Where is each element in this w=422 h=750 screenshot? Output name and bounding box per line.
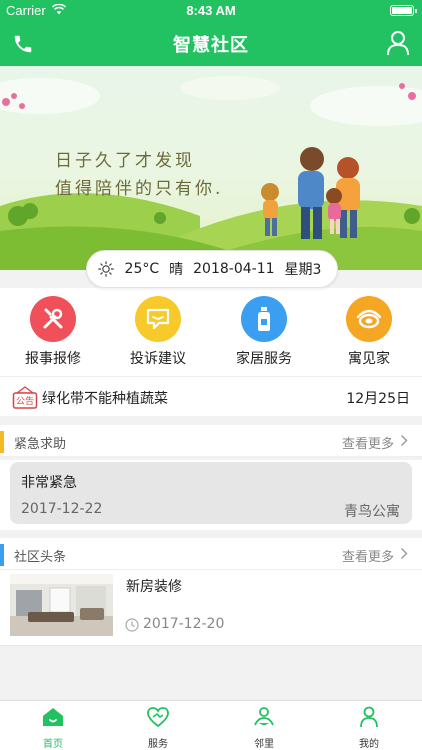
handshake-icon: [147, 707, 169, 728]
tab-label: 首页: [43, 739, 63, 750]
banner[interactable]: 日子久了才发现 值得陪伴的只有你.: [0, 66, 422, 270]
quick-action-yujianjia[interactable]: 寓见家: [329, 296, 409, 368]
bottle-icon: [241, 296, 287, 342]
tab-home[interactable]: 首页: [23, 705, 83, 750]
profile-icon: [360, 706, 378, 728]
quick-actions: 报事报修 投诉建议 家居服务 寓见家: [0, 288, 422, 376]
sun-icon: [97, 261, 114, 277]
app-root: Carrier 8:43 AM 智慧社区 日子久了才发现 值得陪伴的只有你. 报…: [0, 0, 422, 750]
notice-text: 绿化带不能种植蔬菜: [42, 391, 168, 407]
weather-date: 2018-04-11: [193, 261, 275, 277]
tab-bar: 首页 服务 邻里 我的: [0, 700, 422, 750]
quick-action-home-service[interactable]: 家居服务: [224, 296, 304, 368]
headline-item[interactable]: 新房装修 2017-12-20: [0, 570, 422, 646]
quick-action-label: 寓见家: [348, 351, 390, 367]
headlines-section-header: 社区头条 查看更多: [0, 538, 422, 570]
emergency-list: 非常紧急 2017-12-22 青鸟公寓: [0, 460, 422, 530]
clock-icon: [125, 618, 139, 632]
svg-text:公告: 公告: [16, 395, 34, 407]
logo-icon: [346, 296, 392, 342]
tab-label: 邻里: [254, 739, 274, 750]
emergency-more-link[interactable]: 查看更多: [342, 433, 394, 452]
chevron-right-icon[interactable]: [400, 434, 408, 447]
home-icon: [43, 708, 63, 726]
section-title: 社区头条: [14, 550, 67, 565]
banner-slogan-line2: 值得陪伴的只有你.: [55, 179, 224, 199]
battery-icon: [390, 5, 417, 16]
quick-action-label: 投诉建议: [130, 351, 186, 367]
banner-slogan-line1: 日子久了才发现: [55, 151, 195, 171]
tab-neighbors[interactable]: 邻里: [234, 705, 294, 750]
neighbors-icon: [254, 707, 274, 726]
chevron-right-icon[interactable]: [400, 547, 408, 560]
temperature: 25°C: [124, 261, 160, 277]
message-icon: [135, 296, 181, 342]
navbar: 智慧社区: [0, 22, 422, 66]
news-thumbnail: [10, 574, 113, 636]
headlines-more-link[interactable]: 查看更多: [342, 546, 394, 565]
tab-mine[interactable]: 我的: [339, 705, 399, 750]
tab-label: 我的: [359, 739, 379, 750]
quick-action-label: 报事报修: [25, 351, 81, 367]
emergency-date: 2017-12-22: [21, 501, 103, 517]
user-icon[interactable]: [386, 30, 410, 56]
quick-action-repair[interactable]: 报事报修: [13, 296, 93, 368]
tab-label: 服务: [148, 739, 168, 750]
clock: 8:43 AM: [186, 3, 236, 18]
section-title: 紧急求助: [14, 437, 67, 452]
weather-weekday: 星期3: [284, 262, 322, 278]
news-title: 新房装修: [126, 579, 182, 595]
quick-action-label: 家居服务: [236, 351, 292, 367]
weather-pill: 25°C 晴 2018-04-11 星期3: [86, 250, 338, 288]
tab-services[interactable]: 服务: [128, 705, 188, 750]
emergency-section-header: 紧急求助 查看更多: [0, 425, 422, 457]
emergency-title: 非常紧急: [21, 475, 77, 491]
announcement-badge-icon: 公告: [12, 386, 38, 409]
weather-condition: 晴: [169, 262, 184, 278]
header: Carrier 8:43 AM 智慧社区: [0, 0, 422, 66]
news-date: 2017-12-20: [143, 616, 225, 632]
section-accent-bar: [0, 431, 4, 453]
notice-bar[interactable]: 公告 绿化带不能种植蔬菜 12月25日: [0, 376, 422, 416]
status-bar: Carrier 8:43 AM: [0, 0, 422, 22]
tools-icon: [30, 296, 76, 342]
emergency-location: 青鸟公寓: [344, 504, 400, 520]
page-title: 智慧社区: [173, 35, 249, 56]
emergency-card[interactable]: 非常紧急 2017-12-22 青鸟公寓: [10, 462, 412, 524]
section-accent-bar: [0, 544, 4, 566]
notice-date: 12月25日: [346, 391, 410, 407]
quick-action-complaint[interactable]: 投诉建议: [118, 296, 198, 368]
